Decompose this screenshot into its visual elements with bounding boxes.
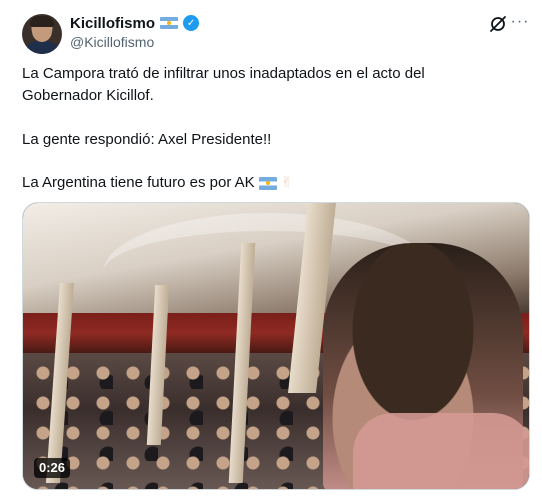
tweet-text-line: Gobernador Kicillof. — [22, 87, 154, 104]
tweet-card[interactable]: Kicillofismo ✓ @Kicillofismo ··· La Camp… — [0, 0, 542, 504]
avatar-jacket — [22, 41, 62, 54]
author-avatar[interactable] — [22, 14, 62, 54]
tweet-text-line: La Campora trató de infiltrar unos inada… — [22, 65, 425, 82]
verified-badge-icon[interactable]: ✓ — [183, 15, 200, 31]
more-options-icon[interactable]: ··· — [510, 12, 530, 32]
grok-icon[interactable] — [488, 14, 508, 34]
tweet-text: La Argentina tiene futuro es por AK — [22, 174, 255, 191]
author-handle[interactable]: @Kicillofismo — [70, 34, 154, 50]
tweet-text-line-with-emojis: La Argentina tiene futuro es por AK ✌ — [22, 173, 293, 193]
author-name-row[interactable]: Kicillofismo ✓ — [70, 14, 200, 32]
victory-hand-icon: ✌ — [280, 174, 294, 191]
avatar-hair — [30, 16, 54, 27]
video-duration-badge: 0:26 — [34, 458, 71, 478]
video-frame-shirt — [353, 413, 529, 489]
author-display-name[interactable]: Kicillofismo — [70, 15, 155, 32]
argentina-flag-icon — [258, 176, 277, 190]
tweet-text-line: La gente respondió: Axel Presidente!! — [22, 131, 272, 148]
argentina-flag-icon — [160, 17, 179, 29]
video-player[interactable] — [22, 202, 530, 490]
